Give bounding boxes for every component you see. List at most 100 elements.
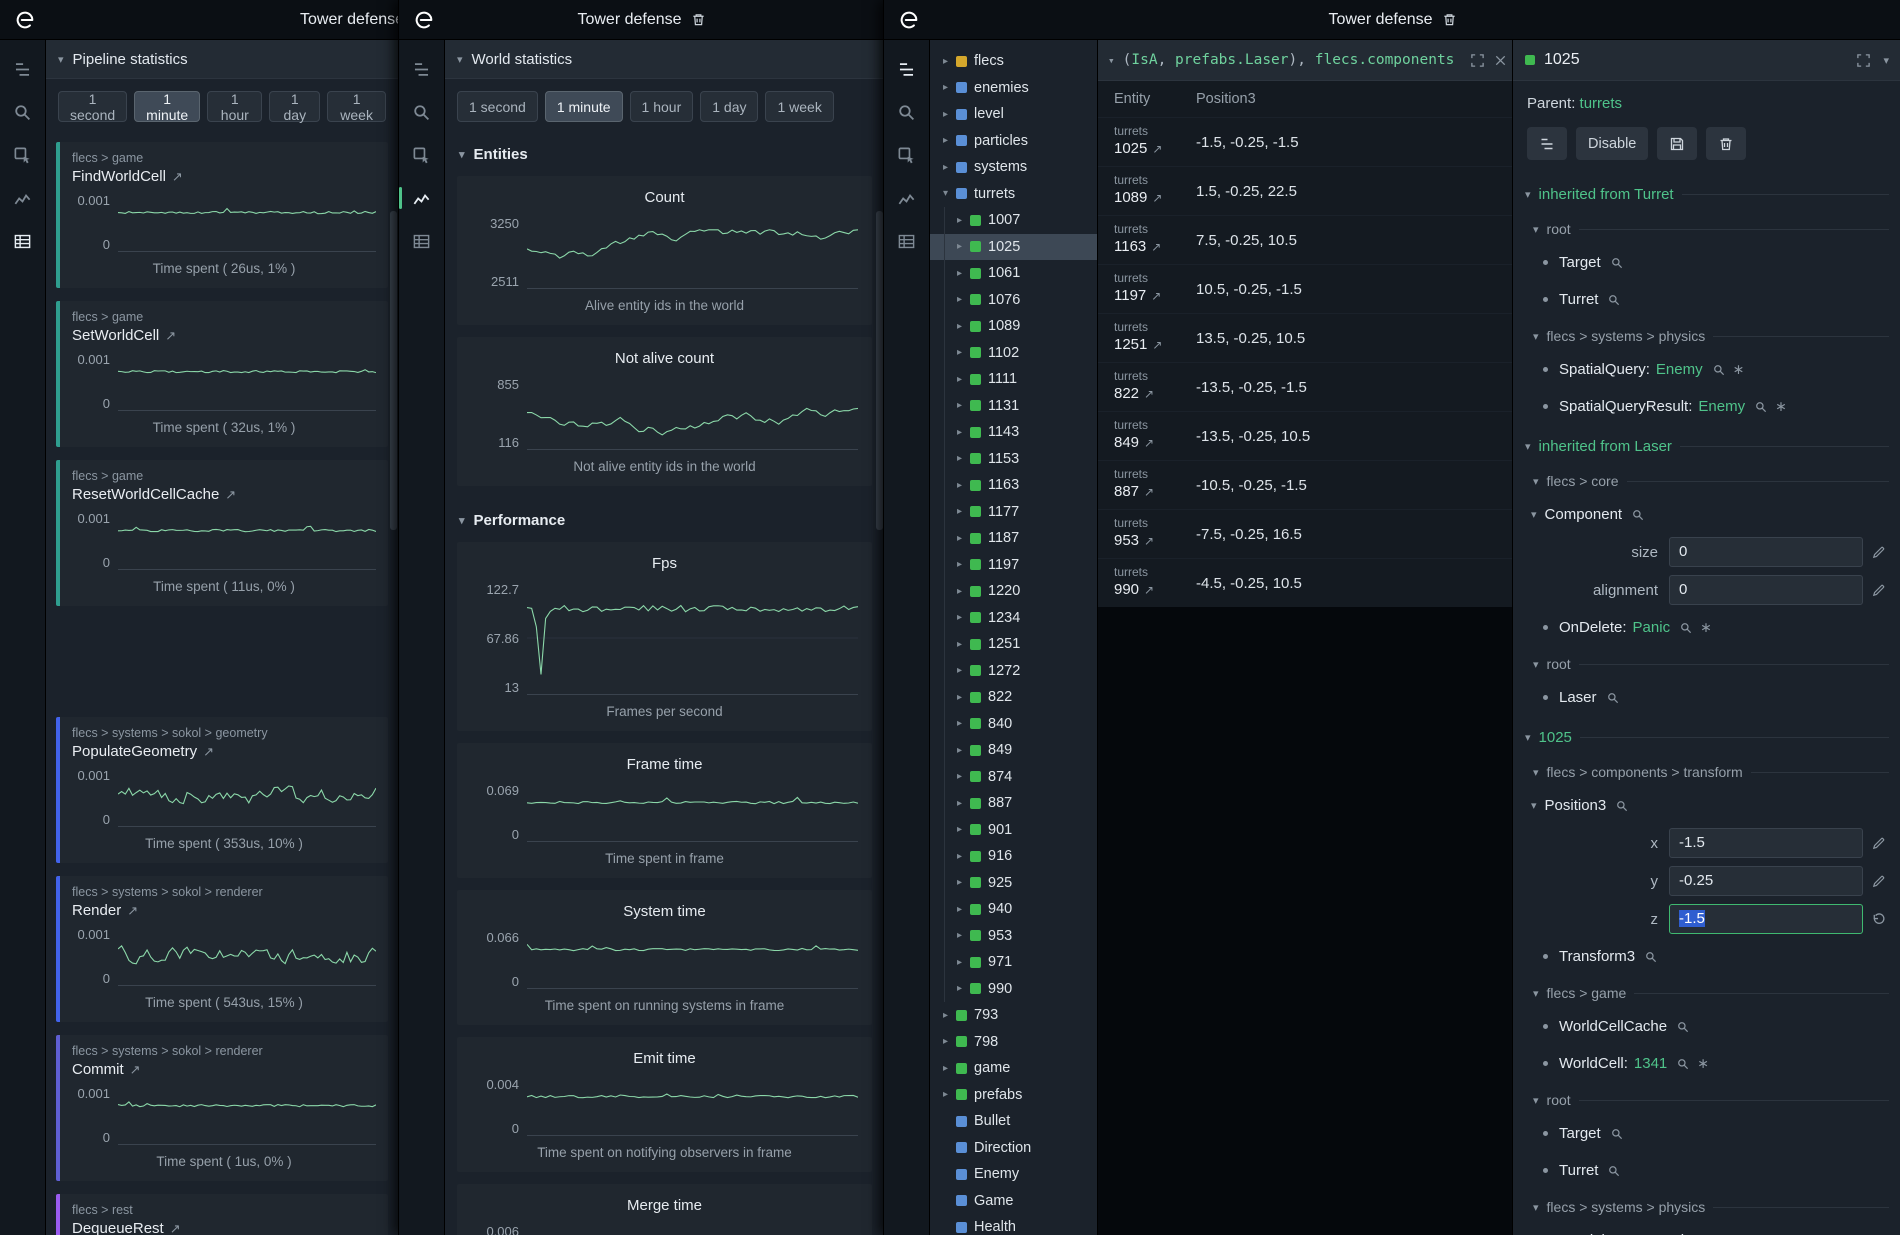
- expand-arrow-icon[interactable]: ▸: [952, 559, 967, 570]
- tree-item-1177[interactable]: ▸1177: [930, 499, 1097, 526]
- tree-item-1089[interactable]: ▸1089: [930, 313, 1097, 340]
- inspector-section-header[interactable]: ▾inherited from Laser: [1513, 425, 1900, 463]
- expand-arrow-icon[interactable]: ▸: [952, 480, 967, 491]
- tree-item-1131[interactable]: ▸1131: [930, 393, 1097, 420]
- chevron-down-icon[interactable]: ▾: [1531, 799, 1537, 812]
- open-link-icon[interactable]: ↗: [172, 169, 183, 184]
- system-name[interactable]: DequeueRest↗: [72, 1217, 376, 1235]
- open-link-icon[interactable]: ↗: [225, 487, 236, 502]
- magnifier-icon[interactable]: [1607, 293, 1621, 307]
- tree-item-Bullet[interactable]: Bullet: [930, 1108, 1097, 1135]
- result-entity-id[interactable]: 1251↗: [1114, 335, 1196, 355]
- expand-arrow-icon[interactable]: ▸: [952, 639, 967, 650]
- expand-arrow-icon[interactable]: ▸: [952, 400, 967, 411]
- component-Turret[interactable]: Turret: [1513, 281, 1900, 318]
- component-path-row[interactable]: ▾flecs > systems > physics: [1513, 1189, 1900, 1222]
- time-tab-1-hour[interactable]: 1 hour: [207, 91, 262, 122]
- expand-arrow-icon[interactable]: ▸: [952, 215, 967, 226]
- result-entity-id[interactable]: 822↗: [1114, 384, 1196, 404]
- tree-item-916[interactable]: ▸916: [930, 843, 1097, 870]
- magnifier-icon[interactable]: [1712, 363, 1726, 377]
- stats-icon[interactable]: [8, 226, 38, 256]
- magnifier-icon[interactable]: [1631, 508, 1645, 522]
- search-icon[interactable]: [407, 97, 437, 127]
- result-entity-id[interactable]: 849↗: [1114, 433, 1196, 453]
- tree-icon[interactable]: [407, 54, 437, 84]
- tree-item-901[interactable]: ▸901: [930, 817, 1097, 844]
- tree-item-Health[interactable]: Health: [930, 1214, 1097, 1235]
- flecs-logo-icon[interactable]: [12, 7, 38, 33]
- component-Transform3[interactable]: Transform3: [1513, 938, 1900, 975]
- expand-arrow-icon[interactable]: ▸: [952, 374, 967, 385]
- result-entity-id[interactable]: 1163↗: [1114, 237, 1196, 257]
- expand-arrow-icon[interactable]: ▸: [952, 824, 967, 835]
- tree-item-798[interactable]: ▸798: [930, 1029, 1097, 1056]
- tree-item-1102[interactable]: ▸1102: [930, 340, 1097, 367]
- scrollbar-thumb[interactable]: [390, 211, 397, 530]
- component-Target[interactable]: Target: [1513, 244, 1900, 281]
- tree-item-1111[interactable]: ▸1111: [930, 366, 1097, 393]
- tree-item-874[interactable]: ▸874: [930, 764, 1097, 791]
- tree-item-1272[interactable]: ▸1272: [930, 658, 1097, 685]
- time-tab-1-minute[interactable]: 1 minute: [134, 91, 200, 122]
- chevron-down-icon[interactable]: ▾: [1531, 508, 1537, 521]
- system-name[interactable]: Render↗: [72, 899, 376, 927]
- search-icon[interactable]: [892, 97, 922, 127]
- expand-arrow-icon[interactable]: ▸: [952, 453, 967, 464]
- disable-button[interactable]: Disable: [1576, 127, 1648, 160]
- tree-item-1076[interactable]: ▸1076: [930, 287, 1097, 314]
- component-path-row[interactable]: ▾root: [1513, 646, 1900, 679]
- open-link-icon[interactable]: ↗: [1144, 387, 1154, 401]
- tree-item-Enemy[interactable]: Enemy: [930, 1161, 1097, 1188]
- query-result-row[interactable]: turrets1163↗7.5, -0.25, 10.5: [1098, 215, 1512, 264]
- expand-arrow-icon[interactable]: ▸: [952, 533, 967, 544]
- x-input[interactable]: -1.5: [1669, 828, 1863, 858]
- time-tab-1-week[interactable]: 1 week: [327, 91, 386, 122]
- result-entity-id[interactable]: 1197↗: [1114, 286, 1196, 306]
- expand-arrow-icon[interactable]: ▸: [952, 321, 967, 332]
- system-name[interactable]: Commit↗: [72, 1058, 376, 1086]
- query-expression[interactable]: (IsA, prefabs.Laser), flecs.components: [1123, 52, 1455, 68]
- open-link-icon[interactable]: ↗: [127, 903, 138, 918]
- expand-arrow-icon[interactable]: ▸: [952, 612, 967, 623]
- tree-item-793[interactable]: ▸793: [930, 1002, 1097, 1029]
- tree-item-systems[interactable]: ▸systems: [930, 154, 1097, 181]
- query-result-row[interactable]: turrets990↗-4.5, -0.25, 10.5: [1098, 558, 1512, 607]
- open-link-icon[interactable]: ↗: [1152, 142, 1162, 156]
- result-entity-id[interactable]: 1089↗: [1114, 188, 1196, 208]
- tree-item-971[interactable]: ▸971: [930, 949, 1097, 976]
- tree-item-1025[interactable]: ▸1025: [930, 234, 1097, 261]
- expand-icon[interactable]: [1470, 53, 1485, 68]
- open-link-icon[interactable]: ↗: [1144, 583, 1154, 597]
- magnifier-icon[interactable]: [1615, 799, 1629, 813]
- query-result-row[interactable]: turrets1251↗13.5, -0.25, 10.5: [1098, 313, 1512, 362]
- component-WorldCell[interactable]: WorldCell:1341∗: [1513, 1045, 1900, 1082]
- result-entity-id[interactable]: 1025↗: [1114, 139, 1196, 159]
- open-link-icon[interactable]: ↗: [165, 328, 176, 343]
- scrollbar-thumb[interactable]: [876, 211, 883, 530]
- tree-icon[interactable]: [8, 54, 38, 84]
- tree-item-887[interactable]: ▸887: [930, 790, 1097, 817]
- alignment-input[interactable]: 0: [1669, 575, 1863, 605]
- tree-item-925[interactable]: ▸925: [930, 870, 1097, 897]
- trash-icon[interactable]: [1442, 12, 1457, 27]
- component-SpatialQueryResult[interactable]: SpatialQueryResult:Enemy∗: [1513, 388, 1900, 425]
- save-button[interactable]: [1657, 127, 1697, 160]
- query-result-row[interactable]: turrets1197↗10.5, -0.25, -1.5: [1098, 264, 1512, 313]
- expand-arrow-icon[interactable]: ▸: [938, 162, 953, 173]
- section-header-performance[interactable]: ▾Performance: [445, 498, 884, 538]
- tree-item-1234[interactable]: ▸1234: [930, 605, 1097, 632]
- result-entity-id[interactable]: 990↗: [1114, 580, 1196, 600]
- tree-item-990[interactable]: ▸990: [930, 976, 1097, 1003]
- expand-arrow-icon[interactable]: ▸: [952, 771, 967, 782]
- time-tab-1-hour[interactable]: 1 hour: [630, 91, 694, 122]
- inspect-icon[interactable]: [407, 140, 437, 170]
- tree-item-849[interactable]: ▸849: [930, 737, 1097, 764]
- magnifier-icon[interactable]: [1610, 1127, 1624, 1141]
- tree-item-1007[interactable]: ▸1007: [930, 207, 1097, 234]
- edit-pencil-icon[interactable]: [1863, 583, 1893, 598]
- expand-arrow-icon[interactable]: ▸: [952, 665, 967, 676]
- hierarchy-button[interactable]: [1527, 127, 1567, 160]
- query-result-row[interactable]: turrets953↗-7.5, -0.25, 16.5: [1098, 509, 1512, 558]
- close-icon[interactable]: [1493, 53, 1508, 68]
